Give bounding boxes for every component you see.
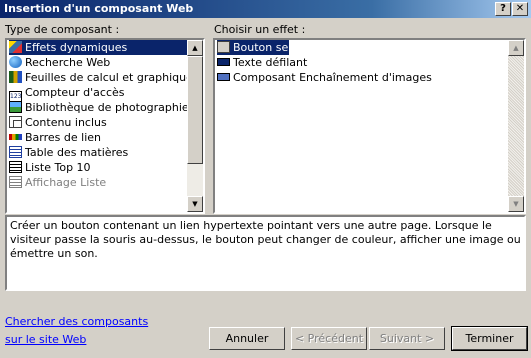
list-item-label: Feuilles de calcul et graphique [25, 71, 193, 84]
list-item-enchainement-images[interactable]: Composant Enchaînement d'images [217, 70, 432, 85]
effect-label: Choisir un effet : [214, 23, 306, 36]
list-item-affichage-liste[interactable]: Affichage Liste [9, 175, 106, 190]
list-item-table-matieres[interactable]: Table des matières [9, 145, 128, 160]
dialog-window: Insertion d'un composant Web ? ✕ Type de… [0, 0, 531, 358]
table-of-contents-icon [9, 146, 22, 158]
window-title: Insertion d'un composant Web [4, 2, 194, 15]
scroll-down-arrow-icon[interactable]: ▼ [187, 196, 203, 212]
marquee-icon [217, 58, 230, 66]
list-item-recherche-web[interactable]: Recherche Web [9, 55, 110, 70]
scroll-up-arrow-icon: ▲ [508, 40, 524, 56]
list-item-texte-defilant[interactable]: Texte défilant [217, 55, 307, 70]
list-item-label: Contenu inclus [25, 116, 107, 129]
globe-search-icon [9, 56, 22, 68]
photo-library-icon [9, 101, 22, 113]
search-components-link[interactable]: Chercher des composants [5, 315, 148, 328]
list-item-label: Bouton sensitif [233, 41, 316, 54]
top10-list-icon [9, 161, 22, 173]
list-item-effets-dynamiques[interactable]: Effets dynamiques [9, 40, 189, 55]
list-item-label: Texte défilant [233, 56, 308, 69]
list-item-contenu-inclus[interactable]: Contenu inclus [9, 115, 107, 130]
list-item-label: Recherche Web [25, 56, 111, 69]
list-item-label: Barres de lien [25, 131, 101, 144]
link-bar-icon [9, 134, 22, 140]
finish-button[interactable]: Terminer [451, 326, 528, 351]
left-list-scrollbar[interactable]: ▲ ▼ [187, 40, 203, 212]
list-item-label: Effets dynamiques [25, 41, 128, 54]
spreadsheet-chart-icon [9, 71, 22, 83]
close-button[interactable]: ✕ [512, 2, 528, 16]
component-type-list[interactable]: Effets dynamiques Recherche Web Feuilles… [5, 38, 205, 214]
title-bar[interactable]: Insertion d'un composant Web ? ✕ [0, 0, 531, 18]
cancel-button[interactable]: Annuler [209, 327, 285, 350]
list-item-bouton-sensitif[interactable]: Bouton sensitif [217, 40, 315, 55]
effects-icon [9, 41, 22, 53]
right-list-scrollbar: ▲ ▼ [508, 40, 524, 212]
list-item-label: Table des matières [25, 146, 129, 159]
effect-list[interactable]: Bouton sensitif Texte défilant Composant… [213, 38, 526, 214]
description-box: Créer un bouton contenant un lien hypert… [5, 215, 526, 291]
list-item-liste-top10[interactable]: Liste Top 10 [9, 160, 91, 175]
list-item-feuilles-calcul[interactable]: Feuilles de calcul et graphique [9, 70, 193, 85]
list-item-compteur[interactable]: 123 Compteur d'accès [9, 85, 125, 103]
list-item-label: Liste Top 10 [25, 161, 91, 174]
list-item-label: Composant Enchaînement d'images [233, 71, 432, 84]
list-item-barres-lien[interactable]: Barres de lien [9, 130, 101, 145]
help-button[interactable]: ? [495, 2, 511, 16]
included-content-icon [9, 116, 22, 128]
scroll-down-arrow-icon: ▼ [508, 196, 524, 212]
list-item-label: Affichage Liste [25, 176, 107, 189]
hover-button-icon [217, 41, 230, 53]
list-item-label: Bibliothèque de photographie [25, 101, 189, 114]
next-button[interactable]: Suivant > [369, 327, 445, 350]
scroll-up-arrow-icon[interactable]: ▲ [187, 40, 203, 56]
list-item-label: Compteur d'accès [25, 86, 125, 99]
web-site-link[interactable]: sur le site Web [5, 333, 86, 346]
list-item-bibliotheque-photo[interactable]: Bibliothèque de photographie [9, 100, 189, 115]
banner-ad-icon [217, 73, 230, 81]
list-view-icon [9, 176, 22, 188]
component-type-label: Type de composant : [5, 23, 120, 36]
scroll-thumb[interactable] [187, 56, 203, 164]
previous-button[interactable]: < Précédent [291, 327, 367, 350]
